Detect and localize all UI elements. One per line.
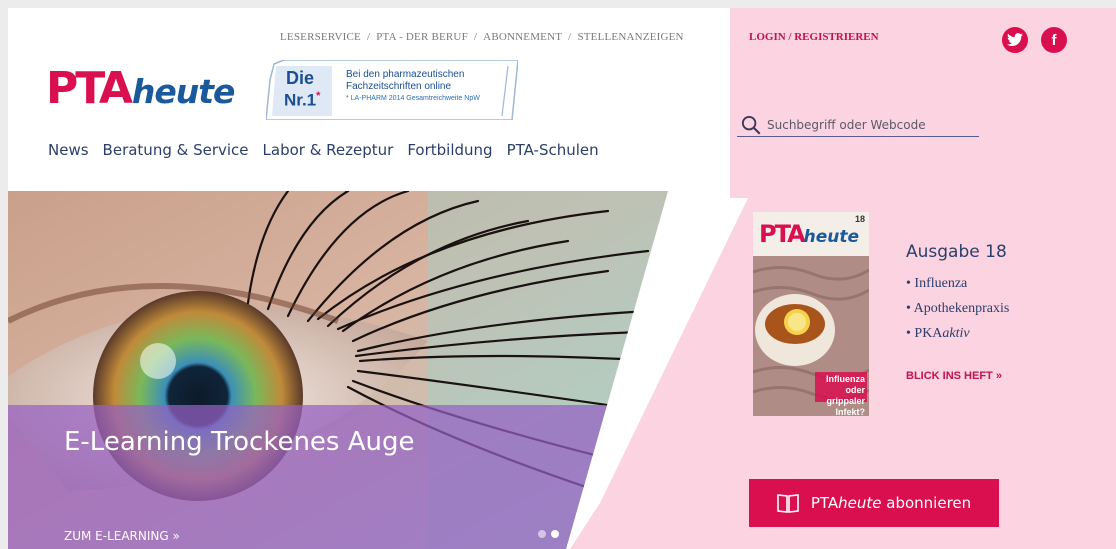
badge-line1: Bei den pharmazeutischen bbox=[346, 69, 465, 80]
nr1-badge: Die Nr.1* Bei den pharmazeutischen Fachz… bbox=[266, 60, 518, 120]
facebook-icon[interactable]: f bbox=[1041, 27, 1067, 53]
cover-logo: PTA heute bbox=[759, 220, 859, 248]
subscribe-label: PTAheute abonnieren bbox=[811, 494, 971, 512]
nav-separator: / bbox=[473, 31, 478, 43]
issue-topic-text: PKA bbox=[914, 326, 943, 341]
cover-headline-line1: Influenza oder bbox=[825, 374, 865, 395]
facebook-glyph: f bbox=[1051, 31, 1057, 49]
hero-cta-link[interactable]: ZUM E-LEARNING » bbox=[64, 529, 180, 543]
service-nav-leserservice[interactable]: LESERSERVICE bbox=[280, 31, 361, 43]
open-book-icon bbox=[777, 494, 799, 513]
cover-headline: Influenza oder grippaler Infekt? bbox=[817, 374, 865, 416]
slider-dot-active[interactable] bbox=[551, 530, 559, 538]
cover-issue-number: 18 bbox=[854, 214, 865, 224]
badge-nr-text: Nr.1 bbox=[284, 90, 317, 110]
nav-separator: / bbox=[568, 31, 572, 43]
service-nav-abonnement[interactable]: ABONNEMENT bbox=[483, 31, 562, 43]
service-nav: LESERSERVICE / PTA - DER BERUF / ABONNEMENT /… bbox=[280, 31, 684, 43]
subscribe-label-post: abonnieren bbox=[881, 494, 972, 512]
issue-topic-italic: aktiv bbox=[942, 326, 970, 341]
login-register-link[interactable]: LOGIN / REGISTRIEREN bbox=[749, 31, 879, 43]
main-nav-pta-schulen[interactable]: PTA-Schulen bbox=[507, 141, 599, 159]
site-logo[interactable]: PTA heute bbox=[46, 63, 236, 114]
issue-title: Ausgabe 18 bbox=[906, 242, 1007, 262]
view-issue-link[interactable]: BLICK INS HEFT » bbox=[906, 370, 1002, 382]
badge-die: Die bbox=[286, 68, 315, 88]
main-nav: News Beratung & Service Labor & Rezeptur… bbox=[48, 141, 613, 159]
issue-topic-text: Apothekenpraxis bbox=[913, 301, 1010, 316]
logo-heute: heute bbox=[131, 72, 236, 111]
hero-title[interactable]: E-Learning Trockenes Auge bbox=[64, 427, 415, 457]
page: LESERSERVICE / PTA - DER BERUF / ABONNEMENT /… bbox=[8, 8, 1116, 549]
subscribe-button[interactable]: PTAheute abonnieren bbox=[749, 479, 999, 527]
twitter-icon[interactable] bbox=[1002, 27, 1028, 53]
issue-topic: PKAaktiv bbox=[906, 326, 1009, 342]
main-nav-news[interactable]: News bbox=[48, 141, 89, 159]
search-bar bbox=[737, 113, 979, 137]
cover-headline-line2: grippaler Infekt? bbox=[826, 396, 865, 416]
cover-logo-pta: PTA bbox=[759, 220, 806, 248]
subscribe-label-italic: heute bbox=[838, 494, 882, 512]
subscribe-label-pre: PTA bbox=[810, 494, 839, 512]
issue-topics: Influenza Apothekenpraxis PKAaktiv bbox=[906, 276, 1010, 351]
cover-logo-heute: heute bbox=[803, 227, 860, 247]
service-nav-pta-beruf[interactable]: PTA - DER BERUF bbox=[376, 31, 468, 43]
badge-line2: Fachzeitschriften online bbox=[346, 81, 452, 92]
slider-dots bbox=[538, 530, 559, 538]
search-input[interactable] bbox=[767, 117, 967, 132]
issue-topic: Influenza bbox=[906, 276, 1009, 292]
slider-dot[interactable] bbox=[538, 530, 546, 538]
issue-topic: Apothekenpraxis bbox=[906, 301, 1010, 317]
issue-topic-text: Influenza bbox=[914, 276, 968, 291]
main-nav-labor-rezeptur[interactable]: Labor & Rezeptur bbox=[263, 141, 394, 159]
magazine-cover[interactable]: PTA heute 18 Influenza oder grippaler In… bbox=[753, 212, 869, 416]
service-nav-stellenanzeigen[interactable]: STELLENANZEIGEN bbox=[577, 31, 683, 43]
main-nav-beratung-service[interactable]: Beratung & Service bbox=[103, 141, 249, 159]
hero-slider[interactable]: E-Learning Trockenes Auge ZUM E-LEARNING… bbox=[8, 191, 668, 549]
logo-pta: PTA bbox=[46, 63, 133, 114]
main-nav-fortbildung[interactable]: Fortbildung bbox=[407, 141, 492, 159]
search-icon[interactable] bbox=[741, 115, 761, 135]
badge-footnote: * LA-PHARM 2014 Gesamtreichweite NpW bbox=[346, 95, 480, 102]
nav-separator: / bbox=[366, 31, 371, 43]
twitter-bird-icon bbox=[1007, 33, 1023, 46]
badge-star: * bbox=[316, 90, 321, 102]
badge-nr1: Nr.1* bbox=[284, 90, 320, 111]
